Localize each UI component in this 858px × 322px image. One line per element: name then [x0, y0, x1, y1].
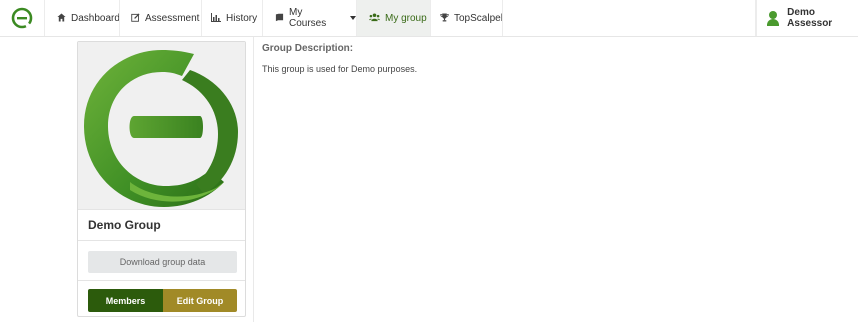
nav-topscalpel-label: TopScalpel [454, 12, 503, 24]
column-divider [253, 37, 254, 322]
user-name: Demo Assessor [787, 7, 833, 29]
bar-chart-icon [211, 12, 221, 24]
home-icon [57, 12, 66, 24]
brand-logo-icon [11, 7, 33, 29]
nav-my-courses-label: My Courses [289, 7, 327, 29]
group-description-label: Group Description: [262, 43, 354, 54]
nav-my-courses[interactable]: My Courses [262, 0, 356, 36]
nav-my-group-label: My group [385, 12, 427, 24]
group-logo-icon [84, 49, 238, 207]
group-image [78, 42, 245, 210]
nav-dashboard[interactable]: Dashboard [44, 0, 120, 36]
nav-assessment-label: Assessment [145, 12, 200, 24]
download-group-data-button[interactable]: Download group data [88, 251, 237, 273]
group-description-text: This group is used for Demo purposes. [262, 64, 418, 74]
nav-history-label: History [226, 12, 258, 24]
members-button[interactable]: Members [88, 289, 163, 312]
brand-logo[interactable] [0, 0, 44, 36]
nav-my-group[interactable]: My group [356, 0, 430, 36]
nav-assessment[interactable]: Assessment [119, 0, 201, 36]
nav-dashboard-label: Dashboard [71, 12, 120, 24]
trophy-icon [440, 12, 449, 24]
user-icon [766, 11, 779, 26]
edit-group-button[interactable]: Edit Group [163, 289, 237, 312]
group-card: Demo Group Download group data Members E… [77, 41, 246, 317]
users-icon [369, 12, 380, 24]
top-navbar: Dashboard Assessment History My Courses … [0, 0, 858, 37]
user-menu[interactable]: Demo Assessor [756, 0, 858, 36]
divider [78, 280, 245, 281]
nav-topscalpel[interactable]: TopScalpel [430, 0, 503, 36]
book-icon [275, 13, 284, 24]
divider [78, 240, 245, 241]
group-title: Demo Group [88, 218, 161, 232]
nav-spacer [502, 0, 756, 36]
edit-icon [131, 12, 140, 24]
nav-history[interactable]: History [201, 0, 262, 36]
